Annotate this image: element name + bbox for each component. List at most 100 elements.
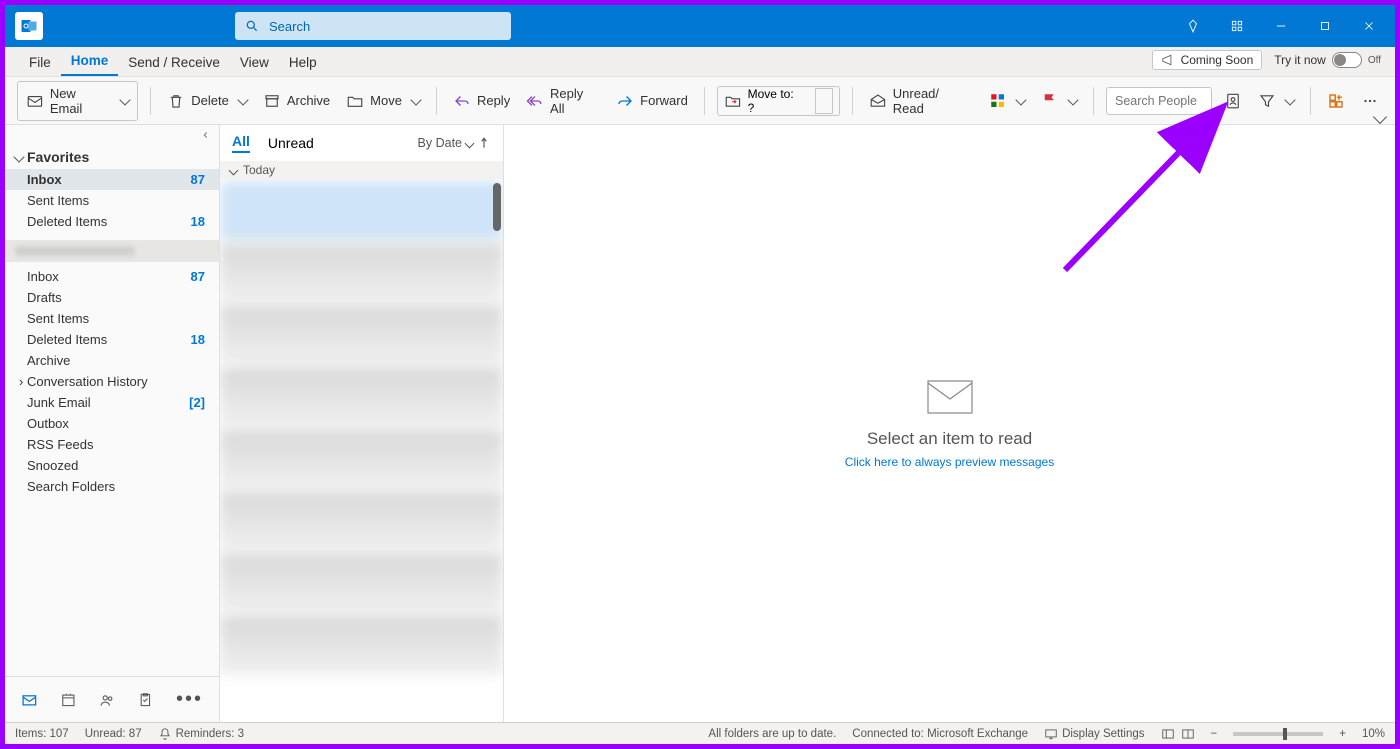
ribbon: New Email Delete Archive Move Reply Repl… <box>5 77 1395 125</box>
status-reminders[interactable]: Reminders: 3 <box>158 727 244 741</box>
ellipsis-icon <box>1361 92 1379 110</box>
more-nav-icon[interactable]: ••• <box>176 688 203 711</box>
close-button[interactable] <box>1347 5 1391 47</box>
folder-search-folders[interactable]: Search Folders <box>5 476 219 497</box>
messages-scroll-area[interactable] <box>220 179 503 722</box>
monitor-icon <box>1044 727 1058 741</box>
sort-arrow-up-icon[interactable] <box>477 136 491 150</box>
tab-all[interactable]: All <box>232 133 250 153</box>
flag-icon <box>1041 92 1059 110</box>
categorize-button[interactable] <box>985 88 1029 114</box>
archive-button[interactable]: Archive <box>259 88 334 114</box>
get-addins-button[interactable] <box>1323 88 1349 114</box>
filter-icon <box>1258 92 1276 110</box>
message-item[interactable] <box>220 367 503 427</box>
zoom-out-button[interactable]: − <box>1211 728 1218 740</box>
search-icon <box>245 19 259 33</box>
display-settings-button[interactable]: Display Settings <box>1044 727 1144 741</box>
account-header[interactable] <box>5 240 219 262</box>
chevron-down-icon <box>229 165 239 175</box>
zoom-in-button[interactable]: + <box>1339 728 1346 740</box>
chevron-down-icon <box>1373 110 1387 124</box>
group-today[interactable]: Today <box>220 161 503 179</box>
message-item[interactable] <box>220 615 503 675</box>
move-to-dropdown[interactable]: Move to: ? <box>717 86 840 116</box>
unread-read-button[interactable]: Unread/ Read <box>865 82 977 120</box>
menu-home[interactable]: Home <box>61 49 119 76</box>
status-bar: Items: 107 Unread: 87 Reminders: 3 All f… <box>5 722 1395 744</box>
try-it-now-toggle[interactable]: Try it now Off <box>1266 50 1389 70</box>
tab-unread[interactable]: Unread <box>268 135 314 151</box>
folder-outbox[interactable]: Outbox <box>5 413 219 434</box>
zoom-slider[interactable] <box>1233 732 1323 736</box>
folder-archive[interactable]: Archive <box>5 350 219 371</box>
menu-view[interactable]: View <box>230 51 279 76</box>
folder-conversation-history[interactable]: › Conversation History <box>5 371 219 392</box>
flag-button[interactable] <box>1037 88 1081 114</box>
message-item[interactable] <box>220 491 503 551</box>
folder-pane: Favorites Inbox87 Sent Items Deleted Ite… <box>5 125 220 722</box>
favorite-sent-items[interactable]: Sent Items <box>5 190 219 211</box>
message-item[interactable] <box>220 305 503 365</box>
delete-button[interactable]: Delete <box>163 88 251 114</box>
envelope-icon <box>926 379 974 415</box>
folder-deleted-items[interactable]: Deleted Items18 <box>5 329 219 350</box>
filter-button[interactable] <box>1254 88 1298 114</box>
status-connected: Connected to: Microsoft Exchange <box>852 728 1028 740</box>
calendar-nav-icon[interactable] <box>60 690 77 710</box>
scrollbar-thumb[interactable] <box>493 183 501 231</box>
menu-help[interactable]: Help <box>279 51 327 76</box>
chevron-down-icon[interactable] <box>815 88 833 114</box>
chevron-down-icon <box>410 94 421 105</box>
search-placeholder: Search <box>269 19 310 34</box>
forward-button[interactable]: Forward <box>612 88 692 114</box>
main-area: Favorites Inbox87 Sent Items Deleted Ite… <box>5 125 1395 722</box>
move-button[interactable]: Move <box>342 88 424 114</box>
mail-nav-icon[interactable] <box>21 690 38 710</box>
favorites-header[interactable]: Favorites <box>5 145 219 169</box>
folder-snoozed[interactable]: Snoozed <box>5 455 219 476</box>
folder-arrow-icon <box>724 92 742 110</box>
chevron-down-icon <box>1067 94 1078 105</box>
apps-grid-icon[interactable] <box>1215 5 1259 47</box>
collapse-ribbon-button[interactable] <box>1375 112 1385 122</box>
global-search[interactable]: Search <box>235 12 511 40</box>
zoom-level[interactable]: 10% <box>1362 728 1385 740</box>
archive-icon <box>263 92 281 110</box>
menu-send-receive[interactable]: Send / Receive <box>118 51 230 76</box>
coming-soon-chip[interactable]: Coming Soon <box>1152 50 1263 70</box>
status-unread: Unread: 87 <box>85 728 142 740</box>
reading-empty-title: Select an item to read <box>867 429 1032 449</box>
message-item[interactable] <box>220 243 503 303</box>
message-item[interactable] <box>220 181 503 241</box>
folder-drafts[interactable]: Drafts <box>5 287 219 308</box>
folder-inbox[interactable]: Inbox87 <box>5 266 219 287</box>
always-preview-link[interactable]: Click here to always preview messages <box>845 455 1054 469</box>
favorite-inbox[interactable]: Inbox87 <box>5 169 219 190</box>
address-book-icon <box>1224 92 1242 110</box>
collapse-folder-pane[interactable] <box>5 125 219 145</box>
folder-junk-email[interactable]: Junk Email[2] <box>5 392 219 413</box>
folder-rss-feeds[interactable]: RSS Feeds <box>5 434 219 455</box>
favorite-deleted-items[interactable]: Deleted Items18 <box>5 211 219 232</box>
sort-by-date[interactable]: By Date <box>418 136 491 150</box>
minimize-button[interactable] <box>1259 5 1303 47</box>
message-item[interactable] <box>220 429 503 489</box>
maximize-button[interactable] <box>1303 5 1347 47</box>
view-normal-icon[interactable] <box>1161 727 1175 741</box>
folder-sent-items[interactable]: Sent Items <box>5 308 219 329</box>
message-item[interactable] <box>220 553 503 613</box>
new-email-button[interactable]: New Email <box>17 81 138 121</box>
tasks-nav-icon[interactable] <box>137 690 154 710</box>
forward-icon <box>616 92 634 110</box>
search-people-input[interactable] <box>1106 87 1212 115</box>
toggle-switch-off[interactable] <box>1332 52 1362 68</box>
menu-file[interactable]: File <box>19 51 61 76</box>
premium-icon[interactable] <box>1171 5 1215 47</box>
address-book-button[interactable] <box>1220 88 1246 114</box>
people-nav-icon[interactable] <box>99 690 116 710</box>
reply-button[interactable]: Reply <box>449 88 514 114</box>
view-reading-icon[interactable] <box>1181 727 1195 741</box>
navigation-switch: ••• <box>5 676 219 722</box>
reply-all-button[interactable]: Reply All <box>522 82 604 120</box>
